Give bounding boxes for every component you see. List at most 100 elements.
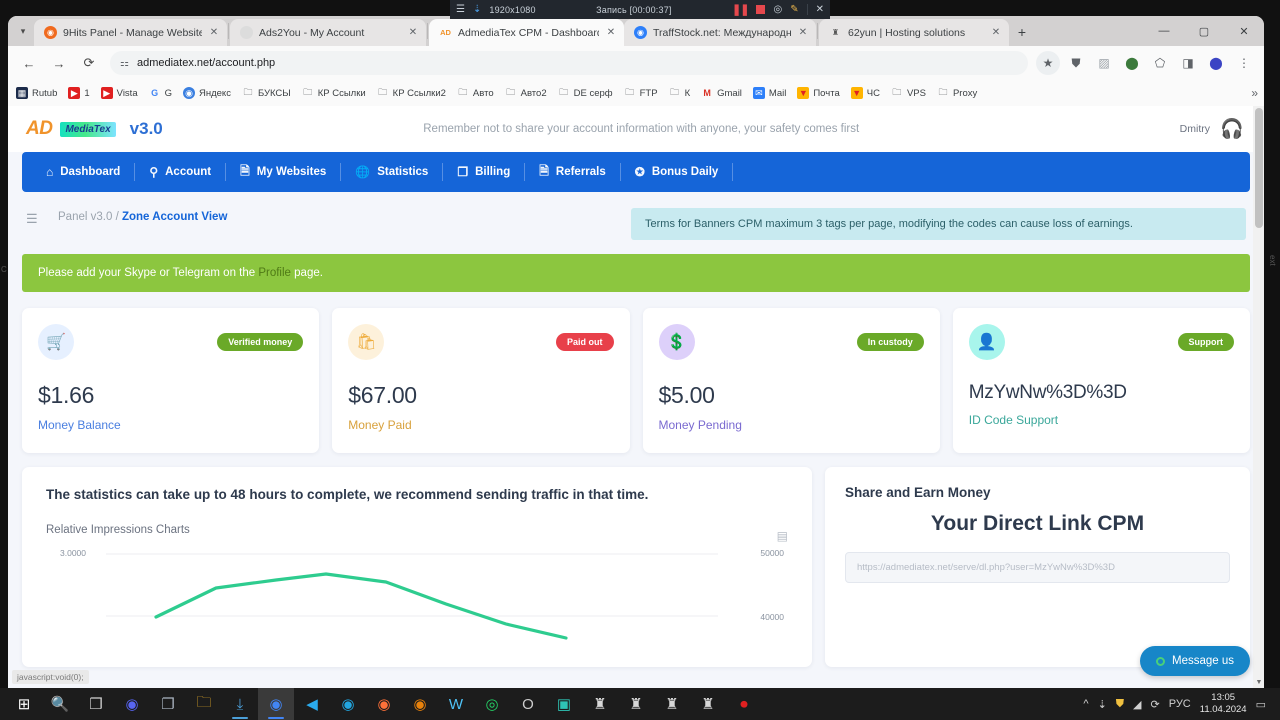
file-explorer[interactable]: 🗀 xyxy=(186,688,222,720)
close-window-button[interactable]: ✕ xyxy=(1224,18,1264,44)
breadcrumb-root[interactable]: Panel v3.0 xyxy=(58,211,112,223)
nav-item-bonus-daily[interactable]: ✪ Bonus Daily xyxy=(621,152,733,192)
profile-link[interactable]: Profile xyxy=(258,267,291,279)
card-money-balance[interactable]: 🛒 Verified money $1.66 Money Balance xyxy=(22,308,320,453)
bookmark-item[interactable]: 🗀 FTP xyxy=(624,87,657,99)
app-1[interactable]: ❐ xyxy=(150,688,186,720)
shield-icon[interactable]: ⛊ xyxy=(1064,51,1088,75)
whatsapp-app[interactable]: ◎ xyxy=(474,688,510,720)
opera-app[interactable]: O xyxy=(510,688,546,720)
app-4[interactable]: W xyxy=(438,688,474,720)
site-settings-icon[interactable]: ⚏ xyxy=(120,58,129,69)
app-2[interactable]: ⤓ xyxy=(222,688,258,720)
bookmark-item[interactable]: ▼ Почта xyxy=(797,87,840,99)
address-bar[interactable]: ⚏ admediatex.net/account.php xyxy=(110,51,1028,75)
recorder-app[interactable]: ⏺ xyxy=(726,688,762,720)
bookmark-item[interactable]: ▶ 1 xyxy=(68,87,90,99)
page-scrollbar[interactable]: ▲ ▼ xyxy=(1253,106,1264,688)
reload-button[interactable]: ⟳ xyxy=(76,50,102,76)
telegram-app[interactable]: ◀ xyxy=(294,688,330,720)
bookmark-item[interactable]: 🗀 VPS xyxy=(891,87,926,99)
bookmark-item[interactable]: 🗀 Авто2 xyxy=(505,87,547,99)
search-button[interactable]: 🔍 xyxy=(42,688,78,720)
bookmark-item[interactable]: ▼ ЧС xyxy=(850,87,880,99)
bookmark-item[interactable]: ▶ Vista xyxy=(100,87,138,99)
forward-button[interactable]: → xyxy=(46,50,72,76)
task-view-button[interactable]: ❒ xyxy=(78,688,114,720)
new-tab-button[interactable]: + xyxy=(1009,18,1035,46)
hamburger-icon[interactable]: ☰ xyxy=(456,4,465,15)
maximize-button[interactable]: ▢ xyxy=(1184,18,1224,44)
user-area[interactable]: Dmitry 🎧 xyxy=(1180,115,1246,143)
screen-recorder-toolbar[interactable]: ☰ ⇣ 1920x1080 Запись [00:00:37] ❚❚ ◎ ✎ ✕ xyxy=(450,0,830,19)
bookmark-item[interactable]: 🗀 Proxy xyxy=(937,87,977,99)
tab-search-chevron-icon[interactable]: ▾ xyxy=(12,16,34,46)
bookmark-item[interactable]: GG xyxy=(149,87,172,99)
bookmark-item[interactable]: 🗀 КР Ссылки xyxy=(302,87,365,99)
tab-ads2you[interactable]: Ads2You - My Account ✕ xyxy=(230,19,426,46)
nav-item-billing[interactable]: ❐ Billing xyxy=(443,152,524,192)
app-7[interactable]: ♜ xyxy=(618,688,654,720)
sidepanel-icon[interactable]: ◨ xyxy=(1176,51,1200,75)
bookmarks-overflow-button[interactable]: » xyxy=(1251,86,1258,100)
bookmark-item[interactable]: 🗀 DE серф xyxy=(558,87,613,99)
headset-avatar-icon[interactable]: 🎧 xyxy=(1218,115,1246,143)
message-us-button[interactable]: Message us xyxy=(1139,646,1250,676)
translate-icon[interactable]: ⬠ xyxy=(1148,51,1172,75)
sync-icon[interactable]: ⟳ xyxy=(1151,698,1160,711)
shield-warning-icon[interactable]: ⛊ xyxy=(1116,698,1124,711)
app-3[interactable]: ◉ xyxy=(402,688,438,720)
tab-traffstock[interactable]: ◉ TraffStock.net: Международн ✕ xyxy=(624,19,816,46)
profile-badge-icon[interactable]: ⬤ xyxy=(1120,51,1144,75)
app-6[interactable]: ♜ xyxy=(582,688,618,720)
close-icon[interactable]: ✕ xyxy=(797,27,809,38)
tab-admediatex[interactable]: AD AdmediaTex CPM - Dashboard ✕ xyxy=(429,19,624,46)
card-money-paid[interactable]: 🛍 Paid out $67.00 Money Paid xyxy=(332,308,630,453)
recorder-stop-button[interactable] xyxy=(756,5,766,14)
tray-chevron-icon[interactable]: ^ xyxy=(1083,698,1088,710)
bookmark-item[interactable]: ◉ Яндекс xyxy=(183,87,231,99)
start-button[interactable]: ⊞ xyxy=(6,688,42,720)
nav-item-account[interactable]: ⚲ Account xyxy=(135,152,225,192)
nav-item-my-websites[interactable]: 🗎 My Websites xyxy=(226,152,340,192)
card-id-code-support[interactable]: 👤 Support MzYwNw%3D%3D ID Code Support xyxy=(952,308,1250,453)
menu-kebab-icon[interactable]: ⋮ xyxy=(1232,51,1256,75)
chrome-app[interactable]: ◉ xyxy=(258,688,294,720)
scroll-down-arrow-icon[interactable]: ▼ xyxy=(1255,679,1263,686)
app-8[interactable]: ♜ xyxy=(654,688,690,720)
nav-item-dashboard[interactable]: ⌂ Dashboard xyxy=(32,152,134,192)
extension-icon[interactable]: ▨ xyxy=(1092,51,1116,75)
notification-icon[interactable]: ▭ xyxy=(1256,698,1266,711)
bookmark-item[interactable]: ✉ Mail xyxy=(752,87,786,99)
bookmark-item[interactable]: 🗀 КР Ссылки2 xyxy=(377,87,446,99)
camera-icon[interactable]: ◎ xyxy=(773,4,782,15)
usb-icon[interactable]: ⇣ xyxy=(1098,698,1107,711)
site-logo[interactable]: AD MediaTex v3.0 xyxy=(26,118,163,140)
scrollbar-thumb[interactable] xyxy=(1255,108,1263,228)
close-icon[interactable]: ✕ xyxy=(605,27,617,38)
tab-62yun[interactable]: ♜ 62yun | Hosting solutions ✕ xyxy=(819,19,1009,46)
tab-9hits[interactable]: ◉ 9Hits Panel - Manage Websites ✕ xyxy=(34,19,227,46)
app-5[interactable]: ▣ xyxy=(546,688,582,720)
app-9[interactable]: ♜ xyxy=(690,688,726,720)
close-icon[interactable]: ✕ xyxy=(990,27,1002,38)
recorder-pause-button[interactable]: ❚❚ xyxy=(732,3,749,16)
bookmark-item[interactable]: ▦ Rutub xyxy=(16,87,57,99)
bookmark-item[interactable]: 🗀 К xyxy=(669,87,690,99)
bookmark-item[interactable]: 🗀 БУКСЫ xyxy=(242,87,290,99)
language-indicator[interactable]: РУС xyxy=(1169,698,1191,710)
direct-link-input[interactable]: https://admediatex.net/serve/dl.php?user… xyxy=(845,552,1230,583)
discord-app[interactable]: ◉ xyxy=(114,688,150,720)
account-avatar-icon[interactable]: ⬤ xyxy=(1204,51,1228,75)
pen-icon[interactable]: ✎ xyxy=(790,4,798,15)
close-icon[interactable]: ✕ xyxy=(407,27,419,38)
chart-menu-icon[interactable]: ▤ xyxy=(777,529,788,543)
nav-item-statistics[interactable]: 🌐 Statistics xyxy=(341,152,442,192)
clock[interactable]: 13:05 11.04.2024 xyxy=(1200,692,1247,716)
close-icon[interactable]: ✕ xyxy=(208,27,220,38)
pin-icon[interactable]: ⇣ xyxy=(473,4,481,15)
edge-app[interactable]: ◉ xyxy=(330,688,366,720)
network-icon[interactable]: ◢ xyxy=(1133,698,1141,711)
firefox-app[interactable]: ◉ xyxy=(366,688,402,720)
menu-toggle-icon[interactable]: ☰ xyxy=(26,208,44,225)
